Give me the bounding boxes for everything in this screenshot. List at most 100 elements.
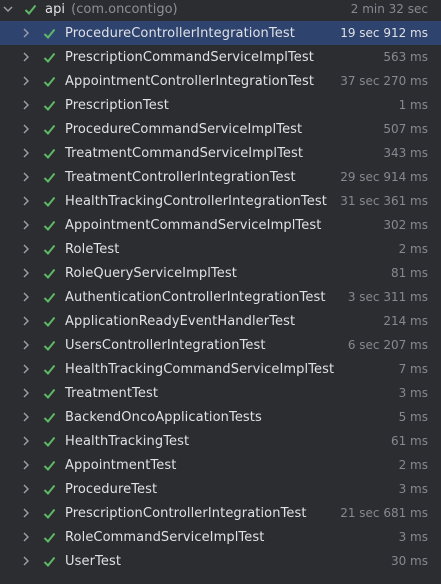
check-icon xyxy=(42,194,56,208)
test-row[interactable]: AppointmentCommandServiceImplTest 302 ms xyxy=(0,213,441,237)
chevron-right-icon[interactable] xyxy=(21,218,31,232)
test-row[interactable]: ProcedureControllerIntegrationTest 19 sec… xyxy=(0,21,441,45)
test-results-tree: api (com.oncontigo) 2 min 32 sec Procedu… xyxy=(0,0,441,584)
test-duration: 37 sec 270 ms xyxy=(340,74,428,88)
chevron-right-icon[interactable] xyxy=(21,194,31,208)
check-icon xyxy=(42,50,56,64)
check-icon xyxy=(42,386,56,400)
test-name: RoleQueryServiceImplTest xyxy=(65,265,237,281)
test-name: TreatmentTest xyxy=(65,385,159,401)
test-name: AppointmentTest xyxy=(65,457,177,473)
check-icon xyxy=(23,2,37,16)
test-row[interactable]: RoleQueryServiceImplTest 81 ms xyxy=(0,261,441,285)
test-row[interactable]: TreatmentCommandServiceImplTest 343 ms xyxy=(0,141,441,165)
test-name: HealthTrackingTest xyxy=(65,433,190,449)
test-duration: 2 ms xyxy=(398,242,428,256)
test-row[interactable]: AppointmentControllerIntegrationTest 37 s… xyxy=(0,69,441,93)
test-name: RoleCommandServiceImplTest xyxy=(65,529,265,545)
check-icon xyxy=(42,434,56,448)
test-duration: 563 ms xyxy=(383,50,428,64)
test-name: ProcedureCommandServiceImplTest xyxy=(65,121,303,137)
test-duration: 3 ms xyxy=(398,386,428,400)
check-icon xyxy=(42,98,56,112)
test-row[interactable]: TreatmentControllerIntegrationTest 29 sec… xyxy=(0,165,441,189)
test-row[interactable]: ApplicationReadyEventHandlerTest 214 ms xyxy=(0,309,441,333)
chevron-right-icon[interactable] xyxy=(21,338,31,352)
test-row[interactable]: RoleTest 2 ms xyxy=(0,237,441,261)
chevron-down-icon[interactable] xyxy=(3,2,13,16)
root-label: api xyxy=(45,1,66,17)
chevron-right-icon[interactable] xyxy=(21,26,31,40)
test-duration: 3 sec 311 ms xyxy=(347,290,428,304)
check-icon xyxy=(42,146,56,160)
chevron-right-icon[interactable] xyxy=(21,74,31,88)
test-row[interactable]: AuthenticationControllerIntegrationTest 3… xyxy=(0,285,441,309)
test-duration: 507 ms xyxy=(383,122,428,136)
test-name: PrescriptionCommandServiceImplTest xyxy=(65,49,314,65)
test-duration: 29 sec 914 ms xyxy=(340,170,428,184)
chevron-right-icon[interactable] xyxy=(21,146,31,160)
test-duration: 7 ms xyxy=(398,362,428,376)
chevron-right-icon[interactable] xyxy=(21,170,31,184)
test-name: ApplicationReadyEventHandlerTest xyxy=(65,313,296,329)
test-duration: 3 ms xyxy=(398,482,428,496)
chevron-right-icon[interactable] xyxy=(21,482,31,496)
test-duration: 5 ms xyxy=(398,410,428,424)
test-name: UsersControllerIntegrationTest xyxy=(65,337,266,353)
test-row[interactable]: ProcedureTest 3 ms xyxy=(0,477,441,501)
test-duration: 30 ms xyxy=(390,554,428,568)
chevron-right-icon[interactable] xyxy=(21,458,31,472)
test-row[interactable]: HealthTrackingCommandServiceImplTest 7 ms xyxy=(0,357,441,381)
test-row[interactable]: RoleCommandServiceImplTest 3 ms xyxy=(0,525,441,549)
chevron-right-icon[interactable] xyxy=(21,98,31,112)
tree-root-api[interactable]: api (com.oncontigo) 2 min 32 sec xyxy=(0,0,441,21)
test-row[interactable]: BackendOncoApplicationTests 5 ms xyxy=(0,405,441,429)
check-icon xyxy=(42,506,56,520)
test-name: AuthenticationControllerIntegrationTest xyxy=(65,289,326,305)
test-row[interactable]: TreatmentTest 3 ms xyxy=(0,381,441,405)
test-name: BackendOncoApplicationTests xyxy=(65,409,262,425)
check-icon xyxy=(42,290,56,304)
chevron-right-icon[interactable] xyxy=(21,242,31,256)
test-name: RoleTest xyxy=(65,241,120,257)
chevron-right-icon[interactable] xyxy=(21,122,31,136)
check-icon xyxy=(42,338,56,352)
test-name: HealthTrackingCommandServiceImplTest xyxy=(65,361,335,377)
test-duration: 61 ms xyxy=(390,434,428,448)
chevron-right-icon[interactable] xyxy=(21,530,31,544)
check-icon xyxy=(42,482,56,496)
check-icon xyxy=(42,170,56,184)
test-duration: 31 sec 361 ms xyxy=(340,194,428,208)
test-row[interactable]: PrescriptionCommandServiceImplTest 563 ms xyxy=(0,45,441,69)
chevron-right-icon[interactable] xyxy=(21,386,31,400)
test-row[interactable]: HealthTrackingTest 61 ms xyxy=(0,429,441,453)
test-row[interactable]: PrescriptionControllerIntegrationTest 21 … xyxy=(0,501,441,525)
chevron-right-icon[interactable] xyxy=(21,554,31,568)
check-icon xyxy=(42,218,56,232)
test-row[interactable]: HealthTrackingControllerIntegrationTest 3… xyxy=(0,189,441,213)
test-row[interactable]: AppointmentTest 2 ms xyxy=(0,453,441,477)
chevron-right-icon[interactable] xyxy=(21,290,31,304)
root-package: (com.oncontigo) xyxy=(71,1,178,17)
chevron-right-icon[interactable] xyxy=(21,410,31,424)
test-name: TreatmentControllerIntegrationTest xyxy=(65,169,296,185)
test-row[interactable]: UserTest 30 ms xyxy=(0,549,441,573)
test-row[interactable]: ProcedureCommandServiceImplTest 507 ms xyxy=(0,117,441,141)
check-icon xyxy=(42,530,56,544)
check-icon xyxy=(42,122,56,136)
check-icon xyxy=(42,266,56,280)
chevron-right-icon[interactable] xyxy=(21,314,31,328)
chevron-right-icon[interactable] xyxy=(21,362,31,376)
chevron-right-icon[interactable] xyxy=(21,50,31,64)
test-row[interactable]: UsersControllerIntegrationTest 6 sec 207 … xyxy=(0,333,441,357)
test-name: AppointmentCommandServiceImplTest xyxy=(65,217,322,233)
chevron-right-icon[interactable] xyxy=(21,506,31,520)
test-duration: 2 ms xyxy=(398,458,428,472)
check-icon xyxy=(42,314,56,328)
test-duration: 343 ms xyxy=(383,146,428,160)
test-row[interactable]: PrescriptionTest 1 ms xyxy=(0,93,441,117)
chevron-right-icon[interactable] xyxy=(21,434,31,448)
check-icon xyxy=(42,458,56,472)
chevron-right-icon[interactable] xyxy=(21,266,31,280)
test-duration: 1 ms xyxy=(398,98,428,112)
